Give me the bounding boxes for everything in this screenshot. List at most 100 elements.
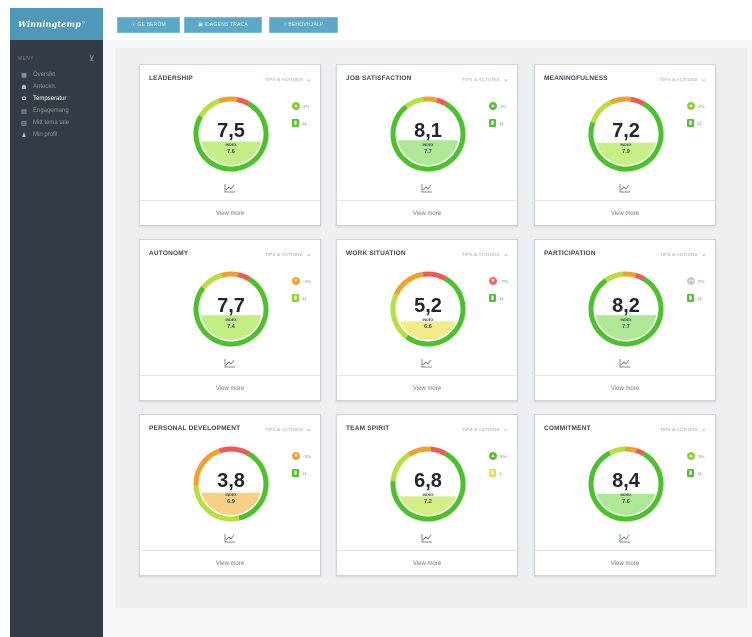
chevron-down-icon: ⌄ — [700, 76, 707, 83]
change-row: ▼ -4% — [292, 276, 320, 286]
tips-actions-dropdown[interactable]: TIPS & ACTIONS ⌄ — [462, 75, 509, 83]
chevron-down-icon: ⌄ — [305, 251, 312, 258]
change-row: ▲ 2% — [292, 101, 320, 111]
count-value: 11 — [302, 470, 307, 476]
sidebar-item-5[interactable]: ♟ Min profil — [10, 129, 103, 141]
score-gauge: 6,8INDEX 7.2 — [390, 446, 466, 522]
sidebar-item-3[interactable]: ▤ Engagemang — [10, 105, 103, 117]
view-more-link[interactable]: View more — [337, 375, 517, 402]
score-gauge: 8,2INDEX 7.7 — [588, 271, 664, 347]
trend-arrow-icon: ▲ — [292, 102, 300, 110]
index-label: INDEX — [423, 143, 435, 147]
chart-icon[interactable] — [421, 358, 433, 368]
change-row: ▲ 3% — [687, 451, 715, 461]
change-row: ▲ 1% — [489, 101, 517, 111]
change-row: ▼ -7% — [489, 276, 517, 286]
tips-actions-label: TIPS & ACTIONS — [659, 251, 698, 257]
respondents-icon: ▮ — [489, 119, 496, 127]
sidebar-item-label: Min profil — [33, 132, 58, 138]
index-label: INDEX — [226, 318, 238, 322]
change-row: ▲ 5% — [489, 451, 517, 461]
logo-bar[interactable]: Winningtemp ° — [10, 8, 103, 40]
view-more-link[interactable]: View more — [535, 550, 715, 577]
trend-arrow-icon: ▼ — [292, 452, 300, 460]
user-icon: ♟ — [21, 132, 27, 139]
view-more-link[interactable]: View more — [140, 375, 320, 402]
gauge-arc-segment — [423, 96, 438, 103]
daily-challenge-button[interactable]: ▣ IDAGENS TRACA — [184, 17, 262, 33]
tips-actions-label: TIPS & ACTIONS — [659, 426, 698, 432]
gauge-arc-segment — [220, 271, 239, 278]
trend-arrow-icon: ▲ — [489, 452, 497, 460]
count-value: 11 — [697, 470, 702, 476]
sidebar-item-4[interactable]: ▥ Mitt tema tale — [10, 117, 103, 129]
sidebar-item-0[interactable]: ▦ Översikt — [10, 69, 103, 81]
respondents-icon: ▮ — [292, 294, 299, 302]
score-gauge: 3,8INDEX 6.9 — [193, 446, 269, 522]
tips-actions-dropdown[interactable]: TIPS & ACTIONS ⌄ — [265, 250, 312, 258]
chart-icon[interactable] — [619, 358, 631, 368]
chart-icon[interactable] — [224, 183, 236, 193]
logo-sun-icon: ° — [82, 19, 86, 29]
card-legend: ▼ -7% ▮ 11 — [489, 276, 517, 310]
count-row: ▮ 11 — [292, 118, 320, 128]
card-legend: ▼ -3% ▮ 11 — [292, 451, 320, 485]
score-value: 8,2 — [612, 295, 640, 317]
gauge-arc-segment — [436, 97, 447, 106]
menu-section-label: MENY — [18, 55, 35, 62]
view-more-link[interactable]: View more — [535, 200, 715, 227]
index-value: 7.4 — [227, 324, 236, 330]
tips-actions-dropdown[interactable]: TIPS & ACTIONS ⌄ — [462, 250, 509, 258]
score-value: 7,7 — [217, 295, 245, 317]
tips-actions-dropdown[interactable]: TIPS & ACTIONS ⌄ — [265, 75, 312, 83]
chart-icon[interactable] — [421, 183, 433, 193]
view-more-link[interactable]: View more — [337, 200, 517, 227]
respondents-icon: ▮ — [489, 294, 496, 302]
tips-actions-dropdown[interactable]: TIPS & ACTIONS ⌄ — [660, 75, 707, 83]
index-value: 7.6 — [622, 499, 630, 505]
index-value: 7.2 — [424, 499, 432, 505]
count-value: 11 — [499, 120, 504, 126]
index-label: INDEX — [621, 493, 633, 497]
gauge-arc-segment — [624, 446, 638, 454]
chart-icon[interactable] — [619, 533, 631, 543]
menu-section[interactable]: MENY ⊻ — [10, 40, 103, 69]
chart-icon[interactable] — [421, 533, 433, 543]
respondents-icon: ▮ — [687, 119, 694, 127]
tips-actions-dropdown[interactable]: TIPS & ACTIONS ⌄ — [660, 250, 707, 258]
tips-actions-dropdown[interactable]: TIPS & ACTIONS ⌄ — [462, 425, 509, 433]
tips-actions-dropdown[interactable]: TIPS & ACTIONS ⌄ — [660, 425, 707, 433]
chart-icon[interactable] — [224, 358, 236, 368]
view-more-link[interactable]: View more — [140, 550, 320, 577]
chevron-down-icon: ⌄ — [502, 76, 509, 83]
index-value: 7.7 — [424, 149, 432, 155]
change-value: 1% — [500, 103, 507, 109]
sidebar-item-2[interactable]: ◘ Tempseratur — [10, 93, 103, 105]
chevron-down-icon: ⌄ — [700, 426, 707, 433]
view-more-link[interactable]: View more — [140, 200, 320, 227]
change-value: -7% — [500, 278, 509, 284]
count-row: ▮ 11 — [489, 293, 517, 303]
view-more-link[interactable]: View more — [337, 550, 517, 577]
sidebar-item-1[interactable]: ☗ Anteckn. — [10, 81, 103, 93]
count-row: ▮ 11 — [292, 293, 320, 303]
card-title: LEADERSHIP — [149, 75, 193, 82]
praise-button[interactable]: ☉ GE BERÖM — [117, 17, 180, 33]
respondents-icon: ▮ — [687, 469, 694, 477]
count-row: ▮ 11 — [687, 118, 715, 128]
gauge-arc-segment — [236, 97, 250, 106]
view-more-link[interactable]: View more — [535, 375, 715, 402]
need-help-button[interactable]: ○ BEHÖVHJÄLP — [269, 17, 338, 33]
chat-icon: ☗ — [21, 84, 27, 91]
metric-card-leadership: LEADERSHIP TIPS & ACTIONS ⌄ ▲ 2% ▮ 11 Vi… — [139, 64, 321, 226]
tips-actions-dropdown[interactable]: TIPS & ACTIONS ⌄ — [265, 425, 312, 433]
change-value: 0% — [698, 278, 705, 284]
score-value: 3,8 — [217, 470, 245, 492]
gauge-icon: ◘ — [22, 96, 26, 102]
chart-icon[interactable] — [619, 183, 631, 193]
card-legend: ▲ 2% ▮ 11 — [687, 101, 715, 135]
chevron-down-icon: ⌄ — [305, 76, 312, 83]
chart-icon[interactable] — [224, 533, 236, 543]
collapse-icon[interactable]: ⊻ — [89, 54, 95, 63]
grid-icon: ▦ — [21, 72, 27, 79]
